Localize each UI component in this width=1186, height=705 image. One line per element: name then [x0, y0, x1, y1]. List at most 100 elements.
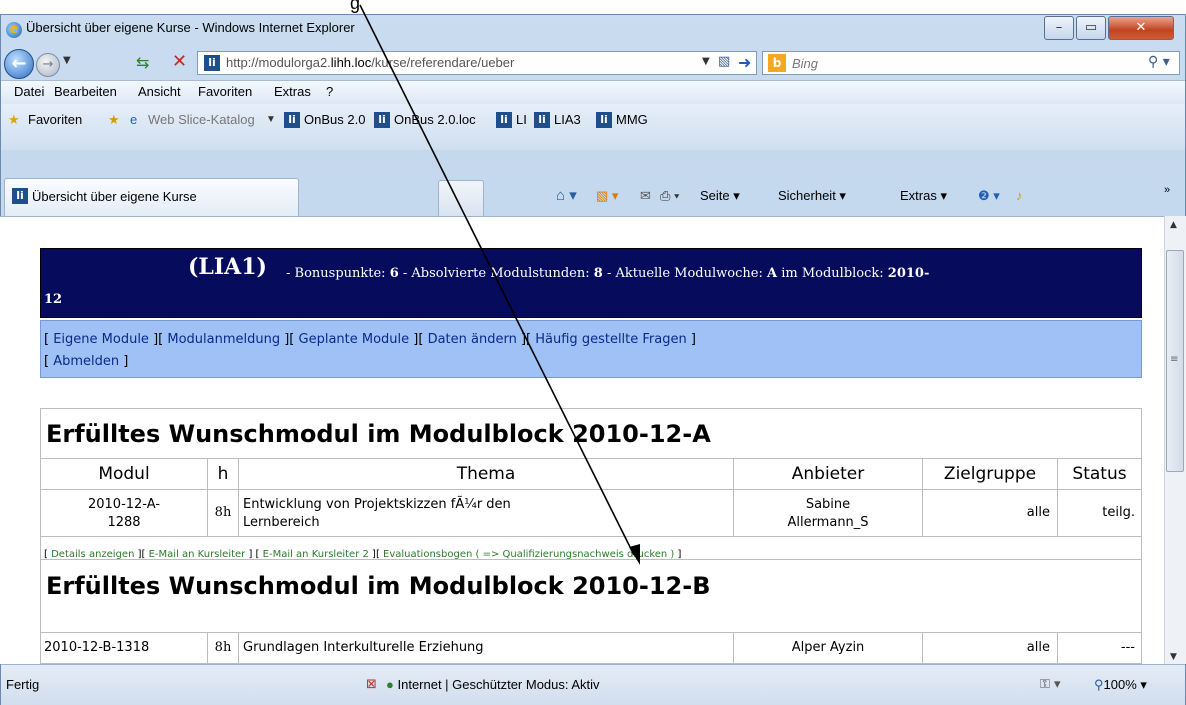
nav-eigene-module[interactable]: Eigene Module: [53, 332, 149, 347]
col-header-modul: Modul: [98, 464, 150, 484]
address-dropdown-icon[interactable]: ▼: [702, 56, 710, 67]
cell-zielgruppe: alle: [1026, 640, 1050, 655]
thema-line: Lernbereich: [243, 515, 320, 530]
section-b-heading: Erfülltes Wunschmodul im Modulblock 2010…: [46, 572, 711, 600]
favorites-bar: [1, 104, 1185, 150]
go-arrow-icon[interactable]: ➜: [738, 53, 751, 72]
menu-help[interactable]: ?: [326, 84, 333, 99]
col-header-h: h: [217, 464, 229, 484]
favicon-icon: li: [596, 112, 612, 128]
bing-logo-icon: b: [768, 54, 786, 72]
fav-link-onbus-loc[interactable]: OnBus 2.0.loc: [394, 112, 476, 127]
anbieter-line: Sabine: [805, 497, 851, 512]
more-chevron-icon[interactable]: »: [1164, 184, 1170, 196]
details-link[interactable]: Details anzeigen: [51, 549, 134, 560]
cell-h: 8h: [214, 505, 232, 520]
menu-favoriten[interactable]: Favoriten: [198, 84, 252, 99]
status-text: Fertig: [6, 677, 40, 692]
email-leader-2-link[interactable]: E-Mail an Kursleiter 2: [263, 549, 369, 560]
page-nav-links: [ Eigene Module ][ Modulanmeldung ][ Gep…: [44, 328, 696, 347]
url-prefix: http://modulorga2.: [226, 55, 331, 70]
feeds-icon[interactable]: ▧ ▾: [596, 188, 618, 204]
cell-modul: 2010-12-A- 1288: [40, 496, 208, 532]
bracket: ][: [280, 332, 299, 347]
menu-extras[interactable]: Extras: [274, 84, 311, 99]
user-stats: - Bonuspunkte: 6 - Absolvierte Modulstun…: [286, 266, 929, 281]
bracket: ][: [409, 332, 428, 347]
url-suffix: /kurse/referendare/ueber: [371, 55, 515, 70]
col-header-anbieter: Anbieter: [791, 464, 865, 484]
search-placeholder: Bing: [792, 56, 819, 71]
history-dropdown-icon[interactable]: ▼: [63, 55, 71, 66]
close-button[interactable]: ✕: [1108, 16, 1174, 40]
page-nav-links-row2: [ Abmelden ]: [44, 350, 128, 369]
annotation-caption-area: [0, 0, 1186, 14]
maximize-button[interactable]: ▭: [1076, 16, 1106, 40]
thema-line: Entwicklung von Projektskizzen fÃ¼r den: [243, 497, 511, 512]
stop-icon[interactable]: ✕: [172, 51, 187, 72]
home-icon[interactable]: ⌂ ▾: [556, 186, 577, 204]
bracket: ][: [148, 332, 168, 347]
bonus-points: 6: [389, 266, 399, 281]
module-block-end: 12: [44, 292, 63, 307]
email-leader-link[interactable]: E-Mail an Kursleiter: [149, 549, 246, 560]
user-code: (LIA1): [188, 254, 267, 280]
security-menu-label: Sicherheit: [778, 188, 836, 203]
back-button[interactable]: ←: [4, 49, 34, 79]
refresh-icon[interactable]: ⇆: [136, 53, 149, 72]
fav-link-mmg[interactable]: MMG: [616, 112, 648, 127]
add-favorite-icon[interactable]: ★: [108, 112, 120, 128]
research-icon[interactable]: ♪: [1016, 188, 1023, 203]
bracket: ][: [368, 549, 384, 560]
print-icon[interactable]: ⎙ ▾: [660, 188, 679, 204]
popup-blocked-icon[interactable]: ⊠: [366, 677, 377, 692]
nav-faq[interactable]: Häufig gestellte Fragen: [535, 332, 686, 347]
mail-icon[interactable]: ✉: [640, 188, 651, 204]
section-a-heading: Erfülltes Wunschmodul im Modulblock 2010…: [46, 420, 711, 448]
nav-modulanmeldung[interactable]: Modulanmeldung: [167, 332, 280, 347]
scroll-grip-icon: ≡: [1170, 354, 1179, 365]
fav-link-lia3[interactable]: LIA3: [554, 112, 581, 127]
menu-ansicht[interactable]: Ansicht: [138, 84, 181, 99]
bracket: ]: [686, 332, 696, 347]
forward-button[interactable]: →: [36, 53, 60, 77]
zoom-level[interactable]: ⚲100% ▾: [1094, 677, 1147, 693]
new-tab-button[interactable]: [438, 180, 484, 216]
scroll-up-icon[interactable]: ▲: [1170, 220, 1177, 230]
security-zone[interactable]: ● Internet | Geschützter Modus: Aktiv: [386, 677, 600, 692]
menu-bearbeiten[interactable]: Bearbeiten: [54, 84, 117, 99]
page-menu-label: Seite: [700, 188, 730, 203]
cell-zielgruppe: alle: [1026, 505, 1050, 520]
web-slice-dropdown-icon[interactable]: ▼: [266, 114, 276, 125]
tab-label: Übersicht über eigene Kurse: [32, 189, 197, 204]
bracket: [: [44, 354, 54, 369]
cell-thema: Entwicklung von Projektskizzen fÃ¼r den L…: [243, 496, 511, 532]
stat-label: - Bonuspunkte:: [286, 266, 390, 281]
web-slice-link[interactable]: Web Slice-Katalog: [148, 112, 255, 127]
scroll-down-icon[interactable]: ▼: [1170, 652, 1177, 662]
favorites-button[interactable]: Favoriten: [28, 112, 82, 127]
nav-daten-aendern[interactable]: Daten ändern: [428, 332, 517, 347]
cell-thema: Grundlagen Interkulturelle Erziehung: [243, 640, 484, 655]
protected-mode-icon[interactable]: ⚿ ▾: [1040, 677, 1061, 692]
security-menu[interactable]: Sicherheit ▾: [778, 188, 846, 204]
col-header-thema: Thema: [456, 464, 516, 484]
module-block: 2010-: [887, 266, 930, 281]
col-header-status: Status: [1072, 464, 1127, 484]
menu-datei[interactable]: Datei: [14, 84, 44, 99]
col-header-zielgruppe: Zielgruppe: [943, 464, 1037, 484]
minimize-button[interactable]: –: [1044, 16, 1074, 40]
fav-link-li[interactable]: LI: [516, 112, 527, 127]
nav-geplante-module[interactable]: Geplante Module: [299, 332, 410, 347]
compatibility-view-icon[interactable]: ▧: [718, 54, 730, 69]
page-menu[interactable]: Seite ▾: [700, 188, 740, 204]
tools-menu[interactable]: Extras ▾: [900, 188, 947, 204]
address-url[interactable]: http://modulorga2.lihh.loc/kurse/referen…: [226, 55, 514, 70]
search-icon[interactable]: ⚲ ▾: [1148, 54, 1170, 70]
nav-abmelden[interactable]: Abmelden: [53, 354, 119, 369]
modul-line: 1288: [107, 515, 141, 530]
search-input[interactable]: [762, 51, 1180, 75]
evaluation-link[interactable]: Evaluationsbogen ( => Qualifizierungsnac…: [383, 549, 674, 560]
help-icon[interactable]: ❷ ▾: [978, 188, 1000, 204]
fav-link-onbus[interactable]: OnBus 2.0: [304, 112, 365, 127]
